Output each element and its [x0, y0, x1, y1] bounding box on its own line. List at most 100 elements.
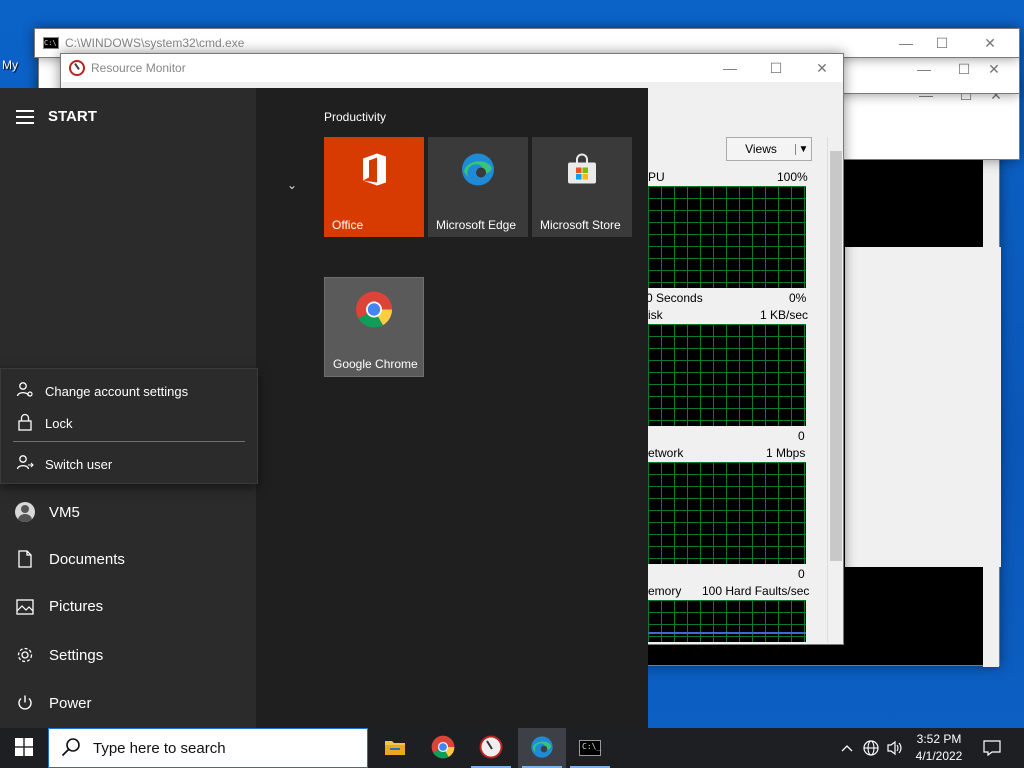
nav-item-label: Settings — [49, 646, 104, 664]
switch-user-label: Switch user — [45, 457, 113, 472]
chevron-down-icon: ▼ — [795, 143, 811, 155]
taskbar-file-explorer[interactable] — [371, 728, 419, 768]
close-icon[interactable]: ✕ — [799, 54, 845, 82]
tile-office[interactable]: Office — [324, 137, 424, 237]
windows-logo-icon — [15, 737, 33, 759]
switch-user-icon — [15, 454, 35, 475]
nav-item-pictures[interactable]: Pictures — [14, 598, 103, 615]
flyout-divider — [13, 441, 245, 442]
search-box[interactable]: Type here to search — [48, 728, 368, 768]
tile-microsoft-store[interactable]: Microsoft Store — [532, 137, 632, 237]
memory-graph-max: 100 Hard Faults/sec — [702, 584, 810, 598]
nav-item-label: Documents — [49, 550, 125, 568]
change-account-settings-item[interactable]: Change account settings — [15, 381, 188, 402]
document-icon — [14, 550, 36, 568]
chrome-icon — [431, 735, 455, 762]
account-flyout: Change account settings Lock Switch user — [0, 368, 258, 484]
taskbar-chrome[interactable] — [419, 728, 467, 768]
cmd-output-area — [845, 247, 1001, 567]
nav-item-documents[interactable]: Documents — [14, 550, 125, 568]
close-icon[interactable]: ✕ — [971, 55, 1017, 83]
start-title: START — [48, 108, 97, 125]
office-icon — [359, 153, 389, 190]
nav-item-label: Pictures — [49, 598, 104, 615]
gear-icon — [14, 646, 36, 664]
taskbar-clock[interactable]: 3:52 PM 4/1/2022 — [908, 731, 970, 765]
maximize-icon[interactable]: ☐ — [753, 54, 799, 82]
start-header[interactable]: START — [16, 108, 97, 125]
start-menu: START Change account settings Lock Switc… — [0, 88, 648, 728]
start-menu-rail: START Change account settings Lock Switc… — [0, 88, 258, 728]
cmd-icon: C:\_ — [579, 740, 601, 756]
scrollbar-thumb[interactable] — [830, 151, 842, 561]
search-icon — [61, 737, 81, 760]
disk-graph-title: isk — [648, 308, 663, 322]
memory-graph — [648, 600, 806, 642]
power-icon — [14, 694, 36, 712]
chrome-icon — [355, 291, 393, 332]
disk-graph-min: 0 — [798, 429, 805, 443]
taskbar: Type here to search C:\_ 3:52 PM 4/1/202… — [0, 728, 1024, 768]
store-icon — [566, 153, 598, 189]
change-account-settings-label: Change account settings — [45, 384, 189, 399]
cmd-window-title: C:\WINDOWS\system32\cmd.exe — [65, 36, 245, 50]
cpu-graph-timespan: 0 Seconds — [646, 291, 703, 305]
taskbar-edge[interactable] — [518, 728, 566, 768]
volume-icon[interactable] — [884, 728, 906, 768]
minimize-icon[interactable]: — — [707, 54, 753, 82]
resource-monitor-scrollbar[interactable] — [827, 137, 843, 642]
views-dropdown[interactable]: Views ▼ — [726, 137, 812, 161]
file-explorer-icon — [384, 738, 406, 759]
tile-group-title: Productivity — [324, 110, 387, 124]
lock-item[interactable]: Lock — [15, 413, 72, 434]
cpu-graph-title: PU — [648, 170, 665, 184]
start-button[interactable] — [0, 728, 48, 768]
cpu-graph — [648, 186, 806, 288]
edge-icon — [530, 735, 554, 762]
pictures-icon — [14, 598, 36, 615]
lock-icon — [15, 413, 35, 434]
views-label: Views — [745, 142, 777, 156]
cpu-graph-max: 100% — [777, 170, 808, 184]
memory-graph-title: emory — [648, 584, 682, 598]
nav-item-power[interactable]: Power — [14, 694, 92, 712]
edge-icon — [460, 152, 496, 191]
network-graph-min: 0 — [798, 567, 805, 581]
clock-date: 4/1/2022 — [915, 749, 963, 763]
tile-microsoft-edge[interactable]: Microsoft Edge — [428, 137, 528, 237]
taskbar-cmd[interactable]: C:\_ — [566, 728, 614, 768]
resource-monitor-title: Resource Monitor — [91, 61, 186, 75]
disk-graph — [648, 324, 806, 426]
network-graph — [648, 462, 806, 564]
memory-usage-line — [648, 632, 806, 634]
resource-monitor-icon — [479, 735, 503, 762]
nav-item-settings[interactable]: Settings — [14, 646, 103, 664]
network-graph-max: 1 Mbps — [766, 446, 806, 460]
nav-item-label: Power — [49, 694, 92, 712]
chevron-down-icon[interactable]: ⌄ — [287, 178, 297, 192]
tile-google-chrome[interactable]: Google Chrome — [324, 277, 424, 377]
avatar — [14, 502, 36, 522]
taskbar-resource-monitor[interactable] — [467, 728, 515, 768]
close-icon[interactable]: ✕ — [967, 29, 1013, 57]
tile-label: Microsoft Store — [540, 218, 621, 232]
cmd-scrollbar[interactable] — [983, 135, 999, 667]
tile-label: Google Chrome — [333, 357, 418, 371]
hamburger-icon[interactable] — [16, 109, 34, 124]
search-placeholder: Type here to search — [93, 739, 226, 757]
lock-label: Lock — [45, 416, 73, 431]
network-graph-title: etwork — [648, 446, 684, 460]
cmd-icon: C:\ — [43, 37, 59, 49]
disk-graph-max: 1 KB/sec — [760, 308, 809, 322]
switch-user-item[interactable]: Switch user — [15, 454, 112, 475]
chevron-up-icon[interactable] — [838, 728, 856, 768]
network-icon[interactable] — [860, 728, 882, 768]
tile-label: Microsoft Edge — [436, 218, 517, 232]
nav-item-label: VM5 — [49, 503, 80, 521]
maximize-icon[interactable]: ☐ — [919, 29, 965, 57]
notification-icon[interactable] — [980, 728, 1004, 768]
person-gear-icon — [15, 381, 35, 402]
resource-monitor-titlebar[interactable]: Resource Monitor — ☐ ✕ — [61, 54, 843, 82]
desktop-icon-label[interactable]: My — [2, 58, 18, 72]
nav-item-user[interactable]: VM5 — [14, 502, 80, 522]
